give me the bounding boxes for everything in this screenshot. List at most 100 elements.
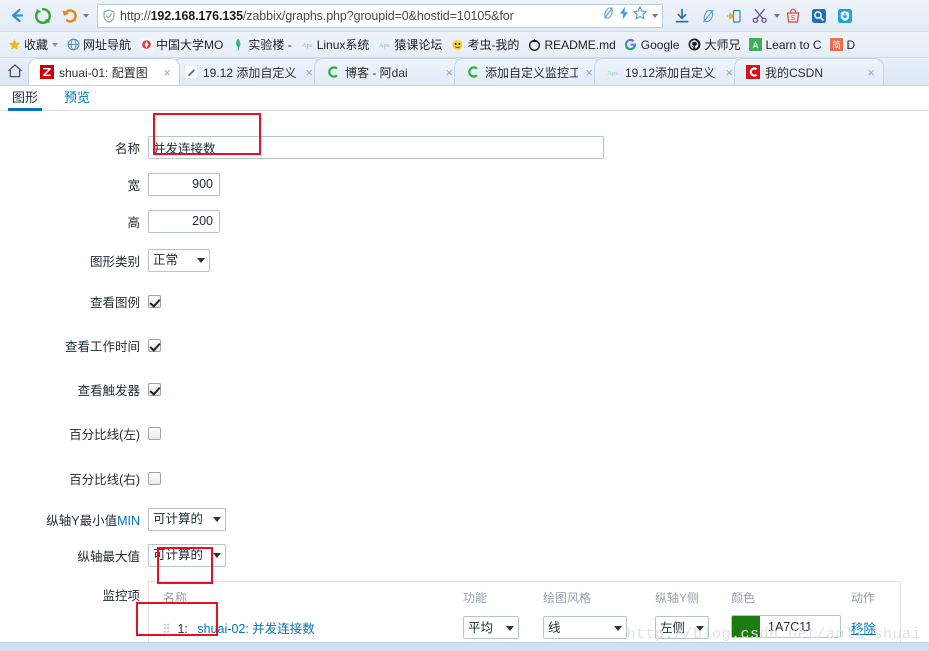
col-action: 动作: [851, 591, 876, 605]
chevron-down-icon[interactable]: [52, 42, 59, 47]
tab-add-custom-monitor[interactable]: 添加自定义监控工 ×: [454, 58, 602, 85]
item-draw-style-select[interactable]: 线: [543, 616, 627, 639]
col-yaxis-side: 纵轴Y侧: [655, 591, 700, 605]
col-function: 功能: [463, 591, 488, 605]
star-icon: [7, 38, 21, 52]
google-g-icon: [624, 38, 638, 52]
close-icon[interactable]: ×: [865, 66, 877, 79]
row-percentile-right: 百分比线(右): [0, 464, 929, 492]
label-ymin: 纵轴Y最小值MIN: [0, 510, 148, 529]
address-bar-icons: [602, 6, 658, 25]
circle-arrow-icon: [527, 38, 541, 52]
item-name-link[interactable]: shuai-02: 并发连接数: [197, 622, 314, 636]
name-input[interactable]: [148, 135, 604, 159]
bookmark-item-kaochong[interactable]: 考虫-我的: [446, 34, 523, 56]
leaf-green-icon: [231, 38, 245, 52]
home-icon[interactable]: [2, 58, 28, 85]
svg-text:Aps: Aps: [607, 70, 618, 77]
scissors-icon[interactable]: [747, 3, 773, 29]
height-input[interactable]: [148, 209, 220, 233]
globe-icon: [66, 38, 80, 52]
label-items: 监控项: [102, 589, 140, 603]
draw-style-select-wrap: 线: [543, 616, 627, 639]
tab-title: 19.12 添加自定义: [203, 65, 297, 80]
watermark-text: http://blog.csdn.net/aoli_shuai: [626, 626, 921, 643]
bookmark-item-google[interactable]: Google: [620, 34, 684, 56]
show-legend-checkbox[interactable]: [148, 294, 161, 308]
bookmark-item-mooc[interactable]: 中国大学MO: [135, 34, 227, 56]
items-table-header-row: 名称 功能 绘图风格 纵轴Y侧 颜色 动作: [159, 588, 890, 613]
label-show-legend: 查看图例: [89, 295, 140, 310]
item-function-cell: 平均: [459, 613, 539, 642]
chevron-down-icon[interactable]: [652, 13, 658, 18]
ymax-select[interactable]: 可计算的: [148, 543, 226, 567]
pen-icon[interactable]: [602, 6, 615, 25]
bookmark-item-jian[interactable]: 简 D: [826, 34, 860, 56]
tab-1912-custom[interactable]: 19.12 添加自定义 ×: [172, 58, 322, 85]
lightning-icon[interactable]: [619, 6, 629, 25]
bookmark-item-yuanke[interactable]: Aps 猿课论坛: [373, 34, 446, 56]
row-ymax: 纵轴最大值 可计算的: [0, 541, 929, 569]
graph-form: 名称 宽 高 图形类别 正常 查看图例 查看工作时间: [0, 111, 929, 651]
show-triggers-checkbox[interactable]: [148, 382, 161, 396]
bookmark-item-shiyanlou[interactable]: 实验楼 -: [227, 34, 295, 56]
percentile-left-checkbox[interactable]: [148, 426, 161, 440]
width-input[interactable]: [148, 172, 220, 196]
ymin-select[interactable]: 可计算的: [148, 507, 226, 531]
drag-handle-icon[interactable]: [163, 622, 170, 637]
github-icon: [687, 38, 701, 52]
chevron-down-icon[interactable]: [83, 13, 89, 18]
ymax-select-wrap: 可计算的: [148, 543, 226, 567]
bookmark-item-readme[interactable]: README.md: [523, 34, 619, 56]
browser-toolbar: http://192.168.176.135/zabbix/graphs.php…: [0, 0, 929, 32]
label-graph-type: 图形类别: [89, 254, 140, 269]
bookmark-item-favorites[interactable]: 收藏: [3, 34, 62, 56]
item-function-select[interactable]: 平均: [463, 616, 519, 639]
label-show-working-time: 查看工作时间: [64, 339, 140, 354]
aps-icon: Aps: [300, 38, 314, 52]
undo-arrow-icon[interactable]: [56, 3, 82, 29]
ymin-select-wrap: 可计算的: [148, 507, 226, 531]
row-ymin: 纵轴Y最小值MIN 可计算的: [0, 505, 929, 533]
url-text: http://192.168.176.135/zabbix/graphs.php…: [120, 8, 514, 23]
tab-1912-add-custom[interactable]: Aps 19.12添加自定义 ×: [594, 58, 742, 85]
svg-text:Aps: Aps: [302, 42, 313, 49]
zabbix-form-tabs: 图形 预览: [0, 86, 929, 111]
aps-icon: Aps: [377, 38, 391, 52]
zabbix-z-icon: [39, 65, 54, 80]
tab-preview[interactable]: 预览: [60, 86, 94, 110]
address-bar[interactable]: http://192.168.176.135/zabbix/graphs.php…: [97, 3, 663, 28]
star-icon[interactable]: [633, 6, 647, 25]
leaf-icon[interactable]: [695, 3, 721, 29]
tab-shuai01[interactable]: shuai-01: 配置图 ×: [28, 58, 180, 85]
bookmark-item-learn-to-c[interactable]: Learn to C: [745, 34, 826, 56]
label-percentile-right: 百分比线(右): [69, 472, 140, 487]
tab-blog-adai[interactable]: 博客 - 阿dai ×: [314, 58, 462, 85]
row-height: 高: [0, 207, 929, 235]
bug-yellow-icon: [450, 38, 464, 52]
label-name: 名称: [114, 141, 140, 156]
tab-my-csdn[interactable]: 我的CSDN ×: [734, 58, 884, 85]
shield-download-icon[interactable]: [832, 3, 858, 29]
download-icon[interactable]: [669, 3, 695, 29]
label-ymin-suffix: MIN: [117, 513, 140, 528]
bookmark-item-dashixiong[interactable]: 大师兄: [683, 34, 744, 56]
green-a-icon: [749, 38, 763, 52]
tab-title: 添加自定义监控工: [485, 65, 579, 80]
show-working-time-checkbox[interactable]: [148, 338, 161, 352]
row-show-triggers: 查看触发器: [0, 375, 929, 403]
back-arrow-icon[interactable]: [4, 3, 30, 29]
reload-icon[interactable]: [30, 3, 56, 29]
close-icon[interactable]: ×: [161, 66, 173, 79]
bookmark-item-nav[interactable]: 网址导航: [62, 34, 135, 56]
percentile-right-checkbox[interactable]: [148, 471, 161, 485]
graph-type-select-wrap: 正常: [148, 248, 210, 272]
sogou-shop-icon[interactable]: S: [780, 3, 806, 29]
phone-cast-icon[interactable]: [721, 3, 747, 29]
tab-graph[interactable]: 图形: [8, 86, 43, 111]
search-magnifier-icon[interactable]: [806, 3, 832, 29]
bookmark-item-linux[interactable]: Aps Linux系统: [296, 34, 374, 56]
label-ymax: 纵轴最大值: [77, 549, 140, 564]
col-color: 颜色: [731, 591, 756, 605]
graph-type-select[interactable]: 正常: [148, 248, 210, 272]
